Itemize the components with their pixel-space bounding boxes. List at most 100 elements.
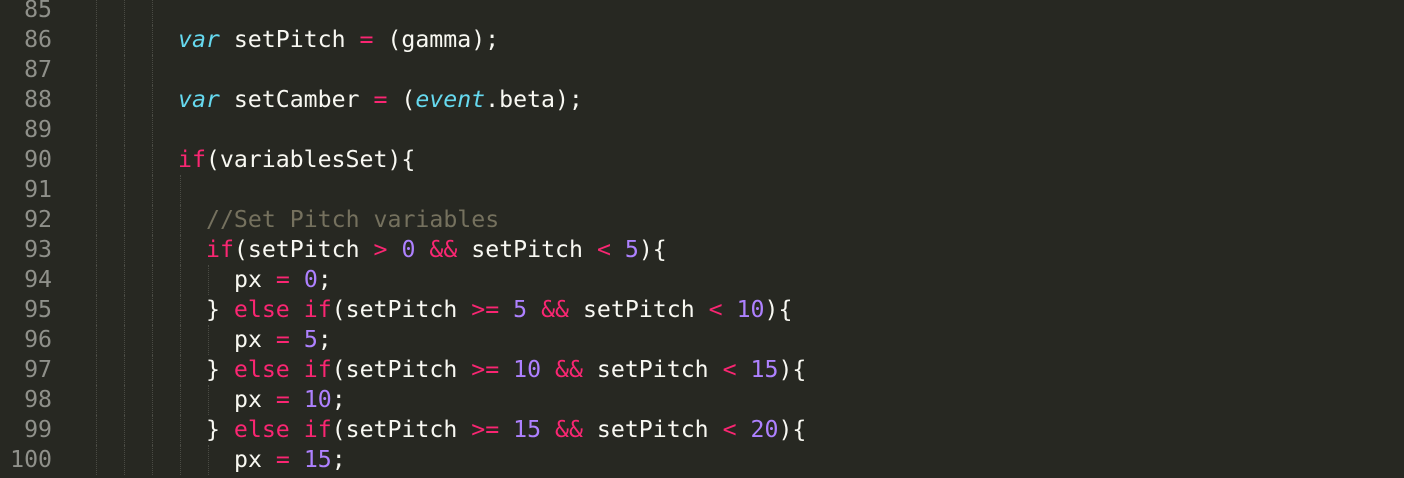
token-comment: //Set Pitch variables	[206, 206, 500, 233]
code-line[interactable]: 92 //Set Pitch variables	[0, 205, 1404, 235]
code-line[interactable]: 94 px = 0;	[0, 265, 1404, 295]
code-line[interactable]: 91	[0, 175, 1404, 205]
token-plain: (setPitch	[331, 356, 472, 383]
token-op: &&	[555, 416, 583, 443]
code-line[interactable]: 86 var setPitch = (gamma);	[0, 25, 1404, 55]
code-text: if(setPitch > 0 && setPitch < 5){	[206, 235, 667, 265]
token-kw: else	[233, 356, 290, 383]
token-plain: (	[387, 86, 416, 113]
indent-guide	[152, 295, 153, 325]
code-line[interactable]: 90 if(variablesSet){	[0, 145, 1404, 175]
indent-guide	[152, 445, 153, 475]
token-plain: ;	[317, 266, 332, 293]
indent-guide	[152, 385, 153, 415]
token-plain: ;	[331, 386, 346, 413]
indent-guide	[96, 25, 97, 55]
indent-guide	[96, 235, 97, 265]
indent-guide	[152, 25, 153, 55]
line-number: 98	[24, 386, 52, 413]
token-op: <	[722, 416, 737, 443]
indent-guide	[152, 265, 153, 295]
code-line[interactable]: 93 if(setPitch > 0 && setPitch < 5){	[0, 235, 1404, 265]
token-op: <	[722, 356, 737, 383]
indent-guide	[96, 205, 97, 235]
token-op: >=	[471, 296, 500, 323]
token-num: 10	[513, 356, 542, 383]
code-editor[interactable]: 85 86 var setPitch = (gamma); 87 88 var setCa…	[0, 0, 1404, 475]
token-plain: ;	[317, 326, 332, 353]
code-text: px = 10;	[234, 385, 346, 415]
token-plain: (setPitch	[233, 236, 374, 263]
code-line[interactable]: 97} else if(setPitch >= 10 && setPitch <…	[0, 355, 1404, 385]
indent-guide	[96, 355, 97, 385]
code-line[interactable]: 96 px = 5;	[0, 325, 1404, 355]
token-op: =	[275, 326, 290, 353]
indent-guide	[124, 205, 125, 235]
code-line[interactable]: 88 var setCamber = (event.beta);	[0, 85, 1404, 115]
token-op: <	[596, 236, 611, 263]
code-line[interactable]: 99} else if(setPitch >= 15 && setPitch <…	[0, 415, 1404, 445]
line-number: 92	[24, 206, 52, 233]
indent-guide	[180, 205, 181, 235]
token-num: 5	[624, 236, 639, 263]
indent-guide	[152, 325, 153, 355]
indent-guide	[124, 415, 125, 445]
code-line[interactable]: 98 px = 10;	[0, 385, 1404, 415]
token-num: 15	[750, 356, 779, 383]
token-storage: var	[178, 26, 220, 53]
indent-guide	[124, 0, 125, 25]
indent-guide	[180, 415, 181, 445]
indent-guide	[208, 265, 209, 295]
token-kw: if	[303, 416, 332, 443]
indent-guide	[124, 25, 125, 55]
line-number: 85	[24, 0, 52, 23]
token-num: 20	[750, 416, 779, 443]
code-line[interactable]: 85	[0, 0, 1404, 25]
indent-guide	[152, 355, 153, 385]
indent-guide	[96, 145, 97, 175]
token-kw: else	[233, 296, 290, 323]
indent-guide	[96, 0, 97, 25]
indent-guide	[124, 265, 125, 295]
indent-guide	[124, 175, 125, 205]
indent-guide	[124, 115, 125, 145]
indent-guide	[124, 55, 125, 85]
code-line[interactable]: 100 px = 15;	[0, 445, 1404, 475]
token-num: 10	[303, 386, 332, 413]
token-num: 5	[303, 326, 318, 353]
code-line[interactable]: 95} else if(setPitch >= 5 && setPitch < …	[0, 295, 1404, 325]
indent-guide	[96, 85, 97, 115]
token-plain: (gamma);	[373, 26, 500, 53]
token-plain: ;	[331, 446, 346, 473]
token-num: 10	[736, 296, 765, 323]
token-op: >=	[471, 356, 500, 383]
code-text: } else if(setPitch >= 15 && setPitch < 2…	[206, 415, 806, 445]
indent-guide	[152, 55, 153, 85]
indent-guide	[96, 325, 97, 355]
indent-guide	[124, 325, 125, 355]
code-text: //Set Pitch variables	[206, 205, 499, 235]
token-plain: }	[206, 356, 234, 383]
indent-guide	[96, 295, 97, 325]
token-op: >=	[471, 416, 500, 443]
line-number: 86	[24, 26, 52, 53]
code-line[interactable]: 89	[0, 115, 1404, 145]
token-kw: if	[303, 296, 332, 323]
token-num: 15	[513, 416, 542, 443]
indent-guide	[124, 295, 125, 325]
code-text: } else if(setPitch >= 10 && setPitch < 1…	[206, 355, 806, 385]
token-num: 15	[303, 446, 332, 473]
code-line[interactable]: 87	[0, 55, 1404, 85]
token-plain: px	[234, 266, 276, 293]
